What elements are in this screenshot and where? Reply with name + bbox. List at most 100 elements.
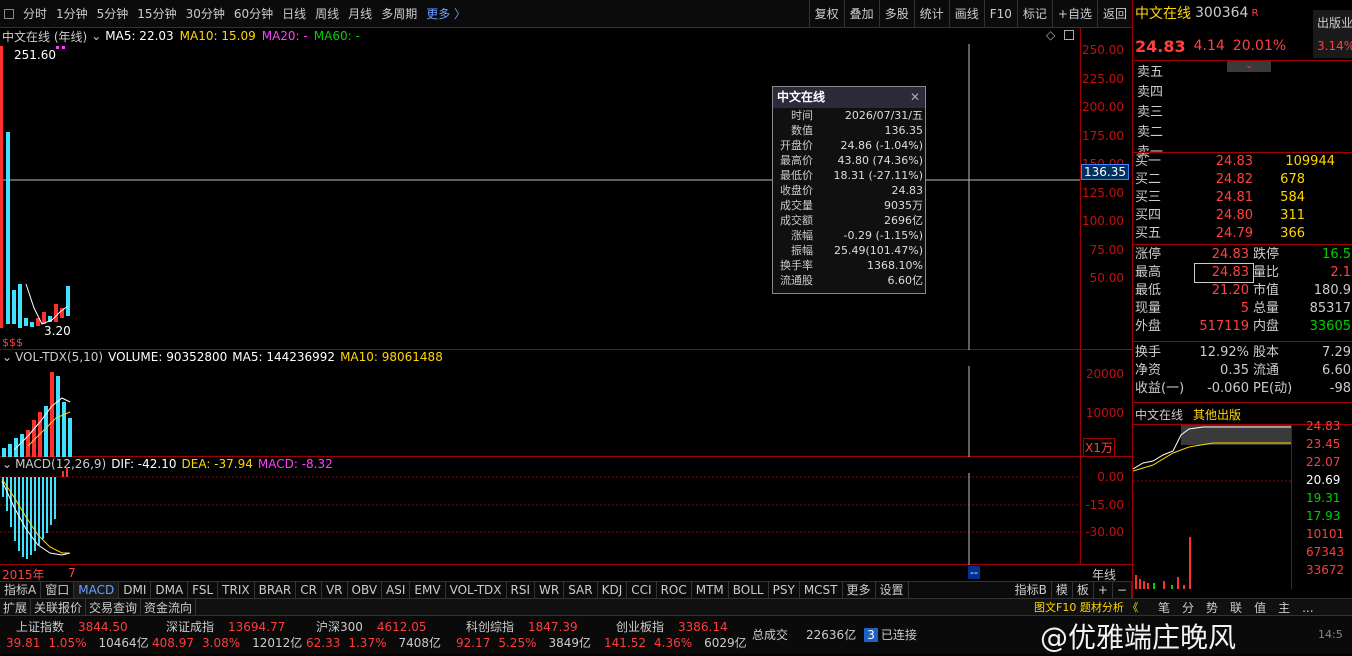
sector-box[interactable]: 出版业 3.14% — [1313, 10, 1352, 58]
sub-icon[interactable]: ... — [1302, 601, 1313, 615]
close-icon[interactable]: ✕ — [910, 87, 920, 108]
zoom-out-button[interactable]: − — [1113, 582, 1132, 598]
toolbar-button[interactable]: 统计 — [913, 0, 949, 28]
sub-tab[interactable]: 交易查询 — [86, 598, 142, 616]
indicator-tab[interactable]: WR — [535, 582, 565, 598]
indicator-tab[interactable]: RSI — [507, 582, 536, 598]
index-item[interactable]: 上证指数 3844.50 — [16, 618, 128, 635]
sub-tab[interactable]: 资金流向 — [141, 598, 197, 616]
period-tab[interactable]: 60分钟 — [234, 5, 273, 22]
indicator-tab[interactable]: SAR — [564, 582, 598, 598]
bid-row: 买二 24.82 678 — [1135, 171, 1335, 189]
index-value: 1847.39 — [528, 620, 578, 634]
indicator-tab[interactable]: CCI — [627, 582, 657, 598]
period-tab[interactable]: 月线 — [348, 5, 372, 22]
mini-tab[interactable]: 中文在线 — [1135, 406, 1183, 423]
mini-tab[interactable]: 其他出版 — [1193, 406, 1241, 423]
sub-tab[interactable]: 扩展 — [0, 598, 32, 616]
indicator-tab[interactable]: DMI — [119, 582, 152, 598]
index-item[interactable]: 沪深300 4612.05 — [316, 618, 427, 635]
indicator-tab[interactable]: FSL — [188, 582, 219, 598]
indicator-tab[interactable]: EMV — [410, 582, 446, 598]
index-value: 4612.05 — [376, 620, 427, 634]
zoom-in-button[interactable]: + — [1094, 582, 1113, 598]
quote-price-row: 24.83 4.14 20.01% — [1135, 36, 1286, 56]
x-axis: 2015年 7 -- 年线 — [0, 565, 1132, 582]
index-name: 科创综指 — [466, 620, 515, 634]
mini-intraday-chart[interactable]: 24.83 23.45 22.07 20.69 19.31 17.93 1010… — [1133, 419, 1352, 589]
indicator-tab[interactable]: 窗口 — [41, 582, 75, 598]
toolbar-button[interactable]: F10 — [983, 0, 1017, 28]
sub-tab[interactable]: 关联报价 — [31, 598, 87, 616]
period-tab[interactable]: 周线 — [315, 5, 339, 22]
sub-icon[interactable]: 值 — [1254, 599, 1266, 616]
bid-row: 买一 24.83 109944 — [1135, 153, 1335, 171]
indicator-tab[interactable]: VR — [322, 582, 348, 598]
period-tab[interactable]: 5分钟 — [97, 5, 129, 22]
price-chart-panel[interactable]: 中文在线 (年线) ⌄ MA5: 22.03 MA10: 15.09 MA20:… — [0, 28, 1132, 350]
indicator-tab[interactable]: 更多 — [843, 582, 876, 598]
indicator-tab[interactable]: 设置 — [876, 582, 909, 598]
indicator-tab[interactable]: OBV — [348, 582, 383, 598]
index-item[interactable]: 深证成指 13694.77 — [166, 618, 285, 635]
indicator-b-tab[interactable]: 指标B — [1011, 582, 1052, 598]
macd-chart-panel[interactable]: ⌄ MACD(12,26,9) DIF: -42.10 DEA: -37.94 … — [0, 457, 1132, 565]
period-tab[interactable]: 分时 — [23, 5, 47, 22]
layout-icon[interactable] — [4, 8, 14, 19]
toolbar-button[interactable]: 返回 — [1096, 0, 1132, 28]
period-tab[interactable]: 日线 — [282, 5, 306, 22]
sub-icon[interactable]: 势 — [1206, 599, 1218, 616]
index-pct: 4.36% — [654, 636, 693, 650]
indicator-tab[interactable]: BOLL — [729, 582, 769, 598]
more-periods-button[interactable]: 更多 〉 — [426, 5, 466, 22]
mini-y-axis: 24.83 23.45 22.07 20.69 19.31 17.93 1010… — [1291, 419, 1352, 589]
indicator-tab[interactable]: MACD — [74, 582, 120, 598]
toolbar-button[interactable]: 叠加 — [843, 0, 879, 28]
volume-plot[interactable] — [0, 350, 1080, 457]
indicator-tab[interactable]: 指标A — [0, 582, 42, 598]
indicator-tab[interactable]: CR — [296, 582, 322, 598]
y-tick: 200.00 — [1082, 100, 1124, 114]
sub-icon[interactable]: 分 — [1182, 599, 1194, 616]
period-tab[interactable]: 15分钟 — [137, 5, 176, 22]
period-tab[interactable]: 1分钟 — [56, 5, 88, 22]
tooltip-key: 最高价 — [780, 154, 813, 167]
mini-chart-plot[interactable] — [1133, 425, 1291, 589]
ask-label: 卖四 — [1137, 85, 1164, 100]
sub-icon[interactable]: 笔 — [1158, 599, 1170, 616]
index-pct: 5.25% — [498, 636, 537, 650]
indicator-tab[interactable]: BRAR — [255, 582, 297, 598]
indicator-tab[interactable]: ROC — [657, 582, 692, 598]
total-value: 22636亿 — [806, 628, 857, 642]
index-amount: 12012亿 — [252, 636, 303, 650]
macd-plot[interactable] — [0, 457, 1080, 565]
template-tab[interactable]: 模 — [1052, 582, 1073, 598]
period-tab[interactable]: 多周期 — [381, 5, 417, 22]
indicator-tab[interactable]: VOL-TDX — [446, 582, 507, 598]
indicator-tab[interactable]: MTM — [692, 582, 729, 598]
indicator-tab[interactable]: TRIX — [218, 582, 255, 598]
volume-chart-panel[interactable]: ⌄ VOL-TDX(5,10) VOLUME: 90352800 MA5: 14… — [0, 350, 1132, 457]
toolbar-button[interactable]: 标记 — [1016, 0, 1052, 28]
toolbar-button[interactable]: +自选 — [1051, 0, 1097, 28]
sub-icon[interactable]: 主 — [1278, 599, 1290, 616]
chevron-down-icon[interactable]: ⌄ — [1227, 60, 1271, 72]
indicator-tab[interactable]: KDJ — [598, 582, 628, 598]
index-item[interactable]: 创业板指 3386.14 — [616, 618, 728, 635]
stat-value: -98 — [1329, 381, 1351, 396]
stat-label: 流通 — [1253, 363, 1280, 378]
period-tab[interactable]: 30分钟 — [186, 5, 225, 22]
indicator-tab[interactable]: MCST — [800, 582, 843, 598]
f10-links[interactable]: 图文F10 题材分析 《 — [1034, 599, 1138, 615]
toolbar-button[interactable]: 画线 — [948, 0, 984, 28]
indicator-tab[interactable]: DMA — [151, 582, 189, 598]
toolbar-button[interactable]: 复权 — [808, 0, 844, 28]
panel-tab[interactable]: 板 — [1073, 582, 1094, 598]
mini-tick: 17.93 — [1306, 509, 1341, 523]
indicator-tab[interactable]: PSY — [769, 582, 800, 598]
sub-icon[interactable]: 联 — [1230, 599, 1242, 616]
toolbar-button[interactable]: 多股 — [878, 0, 914, 28]
avg-price-line — [1133, 442, 1291, 472]
indicator-tab[interactable]: ASI — [382, 582, 411, 598]
index-item[interactable]: 科创综指 1847.39 — [466, 618, 578, 635]
